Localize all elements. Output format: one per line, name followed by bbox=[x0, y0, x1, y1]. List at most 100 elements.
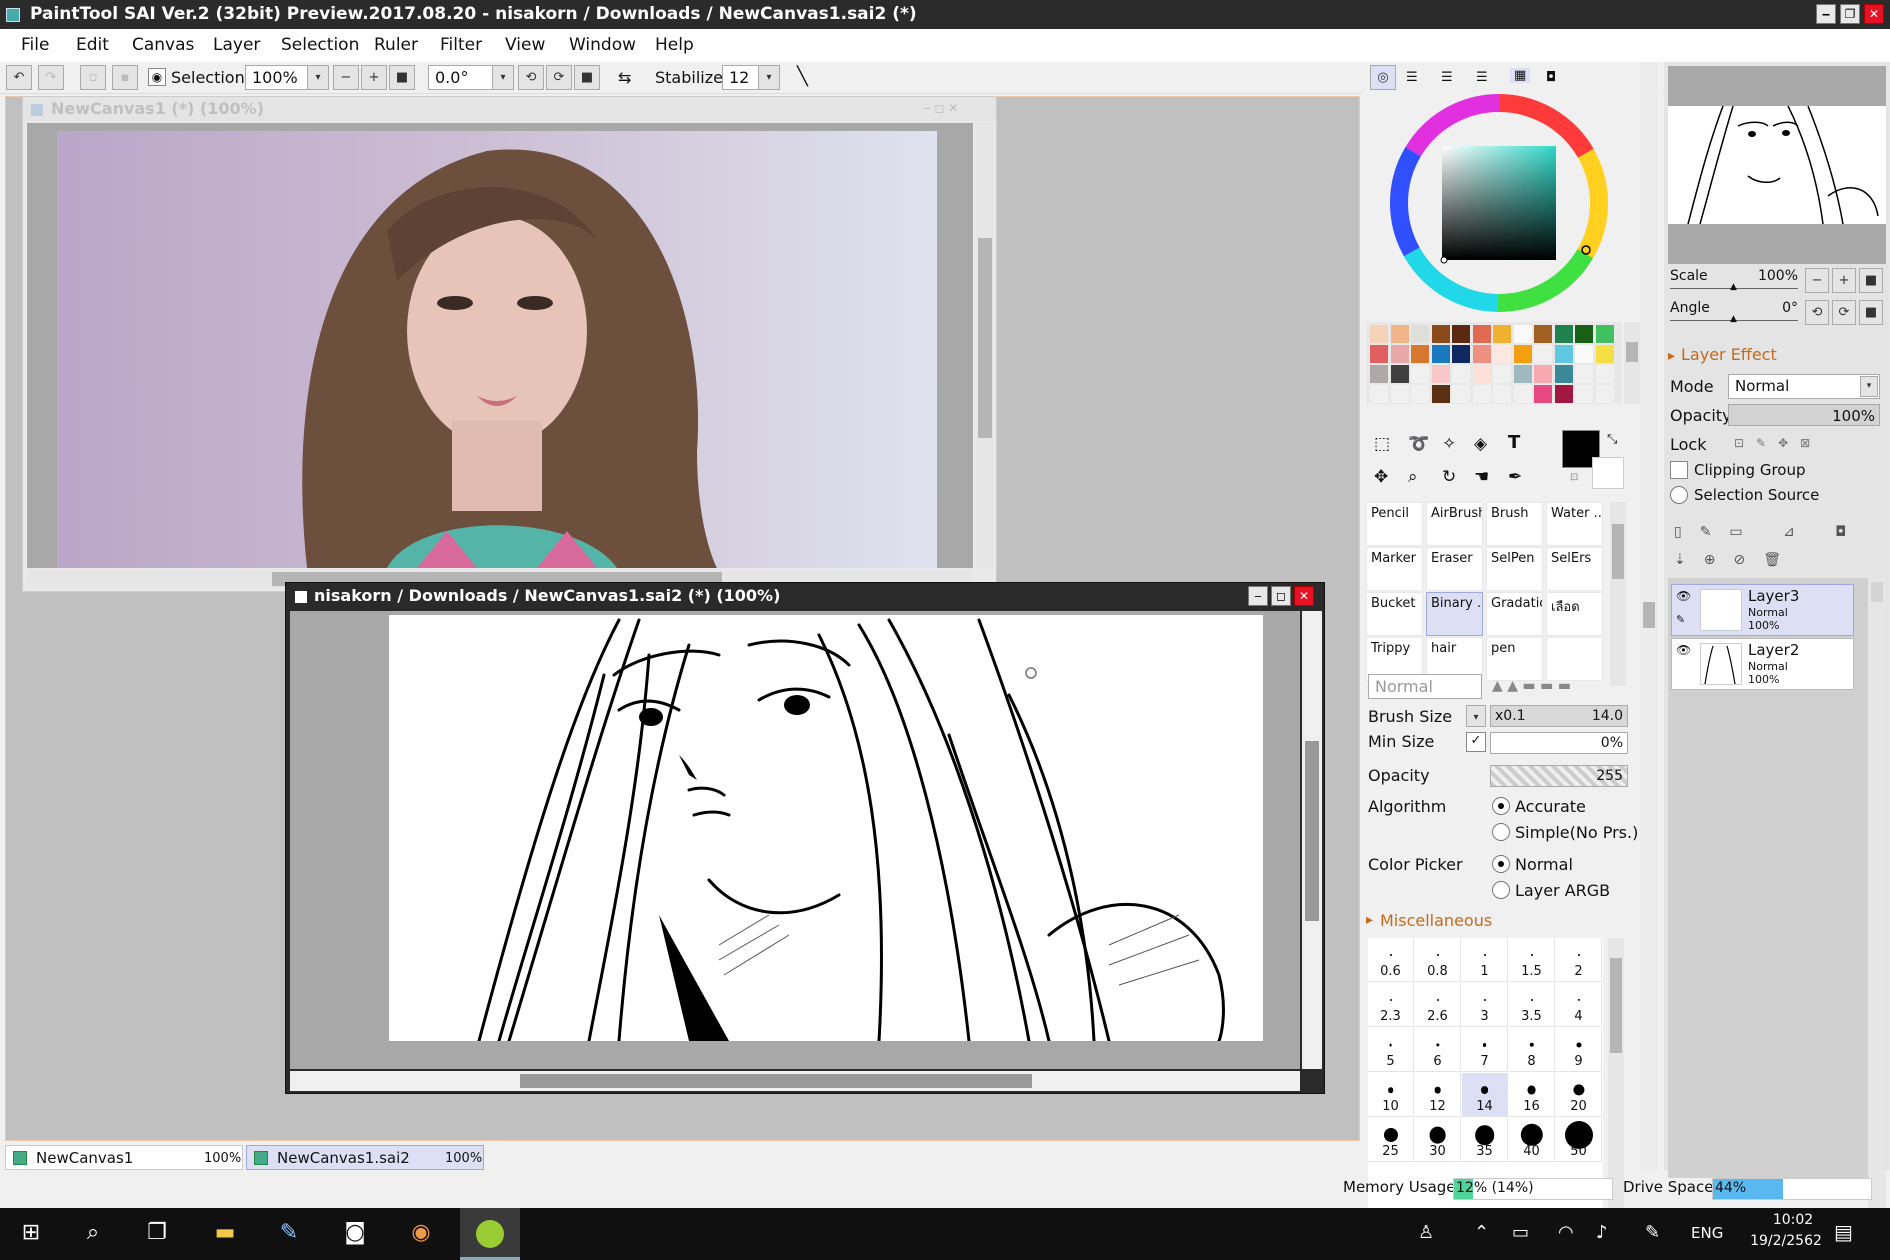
deselect-button[interactable]: ▫ bbox=[80, 65, 106, 90]
canvas-window-2-maximize-button[interactable]: ◻ bbox=[1271, 586, 1291, 606]
brush-size-cell[interactable]: 0.8 bbox=[1415, 938, 1461, 982]
menu-edit[interactable]: Edit bbox=[76, 35, 109, 55]
canvas-2-hscroll-thumb[interactable] bbox=[520, 1074, 1032, 1088]
color-swatch[interactable] bbox=[1493, 385, 1511, 403]
color-swatch[interactable] bbox=[1534, 385, 1552, 403]
tool-cell[interactable]: Gradation bbox=[1486, 592, 1543, 636]
brush-size-cell[interactable]: 9 bbox=[1556, 1028, 1602, 1072]
color-swatch[interactable] bbox=[1554, 345, 1573, 363]
canvas-1-vscroll-thumb[interactable] bbox=[978, 238, 992, 438]
paint-app-icon[interactable]: ✎ bbox=[274, 1220, 304, 1248]
hsv-slider-mode-icon[interactable]: ☰ bbox=[1441, 70, 1453, 85]
battery-icon[interactable]: ▭ bbox=[1512, 1222, 1529, 1243]
zoom-in-button[interactable]: + bbox=[361, 65, 387, 90]
zoom-reset-button[interactable]: ■ bbox=[389, 65, 415, 90]
flip-icon[interactable]: ⇆ bbox=[618, 68, 631, 87]
brush-size-cell[interactable]: 20 bbox=[1556, 1073, 1602, 1117]
chrome-icon[interactable]: ◉ bbox=[406, 1220, 436, 1248]
tool-cell[interactable]: Eraser bbox=[1426, 547, 1483, 591]
picker-argb-radio[interactable] bbox=[1492, 881, 1510, 899]
color-swatch[interactable] bbox=[1411, 325, 1429, 343]
brush-size-cell[interactable]: 12 bbox=[1415, 1073, 1461, 1117]
canvas-2-vscroll[interactable] bbox=[1302, 611, 1322, 1069]
swap-colors-icon[interactable]: ⤡ bbox=[1607, 432, 1617, 447]
task-view-icon[interactable]: ❐ bbox=[142, 1220, 172, 1248]
zoom-out-button[interactable]: − bbox=[333, 65, 359, 90]
layer3-visibility-eye-icon[interactable]: 👁 bbox=[1676, 589, 1691, 603]
color-swatch[interactable] bbox=[1554, 365, 1573, 383]
nav-zoom-out-button[interactable]: − bbox=[1805, 268, 1829, 293]
color-swatch[interactable] bbox=[1493, 345, 1511, 363]
brush-grid-scroll-thumb[interactable] bbox=[1610, 958, 1622, 1053]
color-swatch[interactable] bbox=[1411, 385, 1429, 403]
color-swatch[interactable] bbox=[1390, 365, 1409, 383]
misc-expand-icon[interactable]: ▸ bbox=[1366, 912, 1373, 928]
rotate-view-icon[interactable]: ↻ bbox=[1442, 467, 1456, 487]
color-swatch[interactable] bbox=[1472, 385, 1491, 403]
color-swatch[interactable] bbox=[1513, 385, 1532, 403]
color-swatch[interactable] bbox=[1513, 325, 1532, 343]
brush-blend-mode-select[interactable]: Normal bbox=[1368, 674, 1482, 699]
panel-scroll-thumb[interactable] bbox=[1643, 602, 1655, 628]
menu-layer[interactable]: Layer bbox=[213, 35, 260, 55]
brush-size-cell[interactable]: 3.5 bbox=[1509, 983, 1555, 1027]
clipping-group-label[interactable]: Clipping Group bbox=[1694, 461, 1805, 479]
color-swatch[interactable] bbox=[1575, 345, 1593, 363]
undo-button[interactable]: ↶ bbox=[6, 65, 32, 90]
rotation-dropdown-icon[interactable]: ▾ bbox=[492, 65, 514, 90]
tool-cell[interactable] bbox=[1546, 637, 1603, 681]
brush-size-cell[interactable]: 0.6 bbox=[1368, 938, 1414, 982]
nav-zoom-in-button[interactable]: + bbox=[1832, 268, 1856, 293]
color-swatch[interactable] bbox=[1575, 325, 1593, 343]
brush-size-cell[interactable]: 35 bbox=[1462, 1118, 1508, 1162]
tool-cell[interactable]: Pencil bbox=[1366, 502, 1423, 546]
canvas-1-area[interactable] bbox=[27, 123, 973, 568]
brush-size-cell[interactable]: 2.3 bbox=[1368, 983, 1414, 1027]
selection-source-radio[interactable] bbox=[1670, 486, 1688, 504]
color-swatch[interactable] bbox=[1452, 325, 1470, 343]
search-icon[interactable]: ⌕ bbox=[78, 1220, 108, 1248]
tool-cell[interactable]: SelErs bbox=[1546, 547, 1603, 591]
selection-source-label[interactable]: Selection Source bbox=[1694, 486, 1819, 504]
stabilizer-dropdown-icon[interactable]: ▾ bbox=[758, 65, 780, 90]
color-swatch[interactable] bbox=[1431, 385, 1450, 403]
eye-icon[interactable]: ◉ bbox=[148, 68, 166, 86]
zoom-icon[interactable]: ⌕ bbox=[1408, 467, 1418, 487]
tool-cell[interactable]: SelPen bbox=[1486, 547, 1543, 591]
menu-view[interactable]: View bbox=[505, 35, 545, 55]
tool-grid-scroll[interactable] bbox=[1610, 502, 1626, 686]
file-explorer-icon[interactable]: ▬ bbox=[210, 1220, 240, 1248]
color-swatch[interactable] bbox=[1431, 345, 1450, 363]
layer-new-buttons-icons[interactable]: ▯✎▭ ⊿ ◘ bbox=[1674, 524, 1864, 540]
mixer-mode-icon[interactable]: ☰ bbox=[1476, 70, 1488, 85]
color-swatch[interactable] bbox=[1534, 345, 1552, 363]
color-wheel[interactable] bbox=[1390, 94, 1608, 312]
menu-window[interactable]: Window bbox=[569, 35, 636, 55]
menu-file[interactable]: File bbox=[21, 35, 49, 55]
color-swatch[interactable] bbox=[1431, 365, 1450, 383]
misc-section-label[interactable]: Miscellaneous bbox=[1380, 911, 1492, 930]
color-swatch[interactable] bbox=[1513, 345, 1532, 363]
lasso-icon[interactable]: ➰ bbox=[1408, 434, 1429, 454]
color-swatch[interactable] bbox=[1370, 325, 1388, 343]
tool-cell[interactable]: Water ... bbox=[1546, 502, 1603, 546]
color-swatch[interactable] bbox=[1554, 325, 1573, 343]
nav-rotate-ccw-button[interactable]: ⟲ bbox=[1805, 300, 1829, 325]
layer-list-scroll[interactable] bbox=[1868, 578, 1886, 1228]
fill-icon[interactable]: ◈ bbox=[1474, 434, 1487, 454]
tool-cell[interactable]: pen bbox=[1486, 637, 1543, 681]
eyedropper-icon[interactable]: ✒ bbox=[1508, 467, 1522, 487]
notifications-icon[interactable]: ▤ bbox=[1834, 1220, 1853, 1244]
brush-size-cell[interactable]: 4 bbox=[1556, 983, 1602, 1027]
tool-grid-scroll-thumb[interactable] bbox=[1612, 524, 1624, 579]
brush-size-cell[interactable]: 30 bbox=[1415, 1118, 1461, 1162]
clipping-group-checkbox[interactable] bbox=[1670, 461, 1688, 479]
straight-line-icon[interactable]: ╲ bbox=[797, 66, 808, 87]
zoom-dropdown-icon[interactable]: ▾ bbox=[307, 65, 329, 90]
invert-selection-button[interactable]: ▪ bbox=[112, 65, 138, 90]
wifi-icon[interactable]: ◠ bbox=[1558, 1222, 1574, 1243]
windows-start-icon[interactable]: ⊞ bbox=[16, 1220, 46, 1248]
transparent-color-icon[interactable]: ⊡ bbox=[1570, 472, 1578, 483]
tool-cell[interactable]: Binary ... bbox=[1426, 592, 1483, 636]
color-swatch[interactable] bbox=[1595, 385, 1614, 403]
